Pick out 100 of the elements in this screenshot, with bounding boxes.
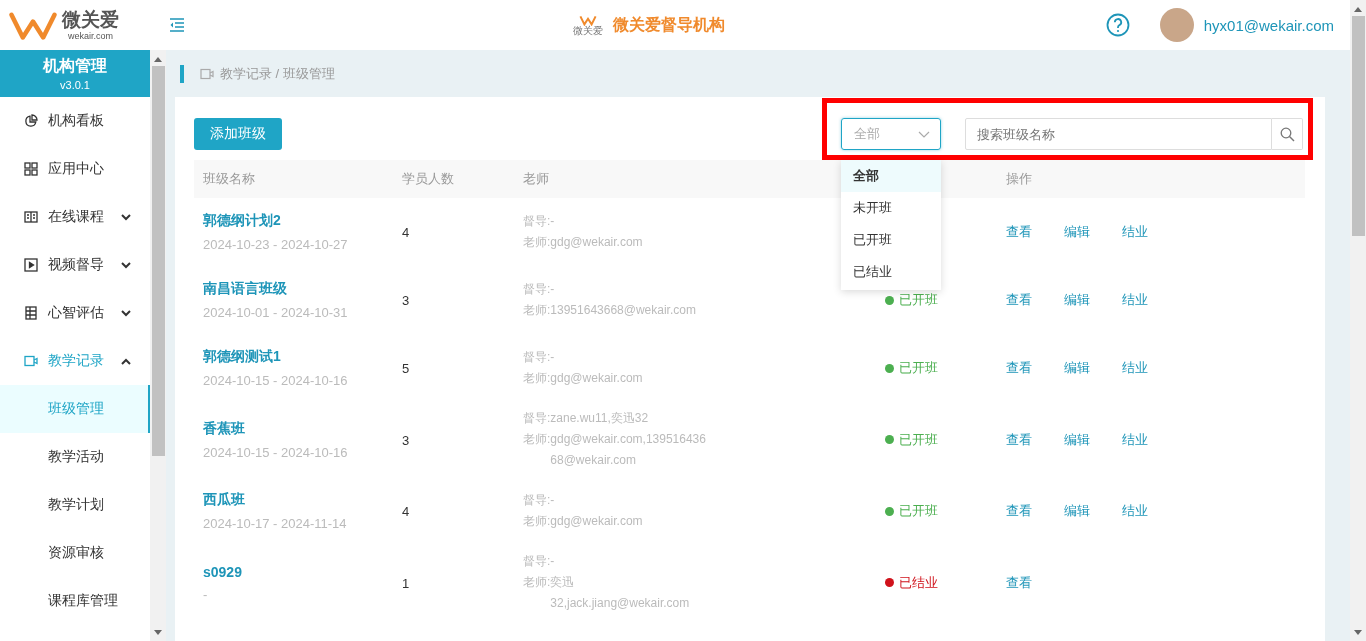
class-name-link[interactable]: 西瓜班	[203, 491, 393, 509]
sidebar-item[interactable]: 心智评估	[0, 289, 150, 337]
class-name-link[interactable]: 郭德纲计划2	[203, 212, 393, 230]
sidebar-title: 机构管理	[43, 56, 107, 76]
sidebar-item[interactable]: 教学记录	[0, 337, 150, 385]
action-link[interactable]: 查看	[1006, 430, 1032, 449]
date-range: 2024-10-23 - 2024-10-27	[203, 237, 349, 252]
teacher-value: gdg@wekair.com,13951643668@wekair.com	[550, 431, 707, 469]
student-count: 4	[402, 225, 410, 240]
page-scrollbar[interactable]	[1350, 0, 1366, 641]
action-link[interactable]: 查看	[1006, 502, 1032, 520]
action-link[interactable]: 编辑	[1064, 430, 1090, 449]
action-link[interactable]: 编辑	[1064, 291, 1090, 309]
scrollbar-thumb[interactable]	[151, 66, 165, 456]
date-range: 2024-10-17 - 2024-11-14	[203, 516, 348, 531]
video-camera-icon	[200, 67, 214, 80]
sidebar-scrollbar[interactable]	[150, 50, 166, 641]
dropdown-option[interactable]: 已开班	[841, 224, 941, 256]
dropdown-option[interactable]: 全部	[841, 160, 941, 192]
class-name-link[interactable]: 香蕉班	[203, 419, 393, 438]
sidebar-item[interactable]: 在线课程	[0, 193, 150, 241]
status-filter-select[interactable]: 全部	[841, 118, 941, 150]
status-label: 已开班	[899, 502, 938, 520]
class-name-link[interactable]: 郭德纲测试1	[203, 348, 393, 366]
action-link[interactable]: 结业	[1122, 502, 1148, 520]
action-link[interactable]: 查看	[1006, 573, 1032, 592]
class-name-link[interactable]: s0929	[203, 563, 393, 580]
supervisor-value: -	[550, 281, 555, 298]
dropdown-option[interactable]: 已结业	[841, 256, 941, 288]
help-icon[interactable]	[1105, 13, 1130, 37]
search-field[interactable]: 搜索班级名称	[965, 118, 1272, 150]
scroll-down-icon[interactable]	[1353, 630, 1363, 636]
user-email[interactable]: hyx01@wekair.com	[1203, 16, 1334, 34]
action-link[interactable]: 编辑	[1064, 359, 1090, 377]
date-range: 2024-10-01 - 2024-10-31	[203, 305, 349, 320]
supervisor-label: 督导:	[523, 492, 551, 509]
teacher-label: 老师:	[523, 574, 551, 591]
sidebar-item[interactable]: 应用中心	[0, 145, 150, 193]
sidebar-subitem[interactable]: 班级管理	[0, 385, 150, 433]
action-link[interactable]: 结业	[1122, 359, 1148, 377]
teacher-value: gdg@wekair.com	[550, 370, 643, 387]
teacher-label: 老师:	[523, 431, 551, 448]
supervisor-value: -	[550, 553, 555, 570]
column-header: 学员人数	[402, 171, 454, 186]
student-count: 3	[402, 432, 410, 448]
date-range: -	[203, 586, 209, 602]
scroll-up-icon[interactable]	[153, 56, 163, 62]
organization-title: 微关爱督导机构	[613, 14, 725, 35]
book-icon	[24, 210, 38, 224]
teacher-value: gdg@wekair.com	[550, 513, 643, 530]
sidebar-item[interactable]: 视频督导	[0, 241, 150, 289]
action-link[interactable]: 结业	[1122, 291, 1148, 309]
action-link[interactable]: 编辑	[1064, 502, 1090, 520]
search-icon	[1279, 126, 1295, 142]
grid-icon	[24, 162, 38, 176]
student-count: 3	[402, 293, 410, 308]
video-camera-icon	[24, 354, 38, 368]
scroll-up-icon[interactable]	[1353, 6, 1363, 12]
brand-domain: wekair.com	[68, 31, 113, 41]
student-count: 5	[402, 361, 410, 376]
sidebar-subitem[interactable]: 教学计划	[0, 481, 150, 529]
add-class-button[interactable]: 添加班级	[194, 118, 282, 150]
supervisor-value: zane.wu11,奕迅32	[550, 410, 649, 427]
status-label: 已开班	[899, 430, 938, 449]
status-label: 已结业	[899, 573, 938, 592]
action-link[interactable]: 查看	[1006, 291, 1032, 309]
supervisor-label: 督导:	[523, 281, 551, 298]
column-header: 班级名称	[203, 171, 255, 186]
supervisor-value: -	[550, 492, 555, 509]
supervisor-label: 督导:	[523, 213, 551, 230]
teacher-value: 13951643668@wekair.com	[550, 302, 696, 319]
teacher-value: 奕迅32,jack.jiang@wekair.com	[550, 574, 691, 612]
student-count: 1	[402, 575, 410, 591]
action-link[interactable]: 结业	[1122, 430, 1148, 449]
teacher-label: 老师:	[523, 302, 551, 319]
action-link[interactable]: 查看	[1006, 223, 1032, 241]
date-range: 2024-10-15 - 2024-10-16	[203, 373, 349, 388]
sidebar-item[interactable]: 机构看板	[0, 97, 150, 145]
sidebar-subitem[interactable]: 教学活动	[0, 433, 150, 481]
scrollbar-thumb[interactable]	[1351, 16, 1365, 236]
sidebar-subitem[interactable]: 资源审核	[0, 529, 150, 577]
sidebar-subitem[interactable]: 课程库管理	[0, 577, 150, 625]
scroll-down-icon[interactable]	[153, 630, 163, 636]
action-link[interactable]: 结业	[1122, 223, 1148, 241]
supervisor-value: -	[550, 349, 555, 366]
teacher-label: 老师:	[523, 234, 551, 251]
column-header: 老师	[523, 171, 549, 186]
brand-name: 微关爱	[62, 9, 119, 29]
action-link[interactable]: 编辑	[1064, 223, 1090, 241]
menu-collapse-icon[interactable]	[169, 18, 185, 32]
class-name-link[interactable]: 南昌语言班级	[203, 280, 393, 298]
pie-chart-icon	[24, 114, 38, 128]
avatar-photo-placeholder[interactable]	[1159, 8, 1194, 42]
search-button[interactable]	[1272, 118, 1303, 150]
dropdown-option[interactable]: 未开班	[841, 192, 941, 224]
chevron-down-icon	[918, 130, 930, 138]
action-link[interactable]: 查看	[1006, 359, 1032, 377]
teacher-value: gdg@wekair.com	[550, 234, 643, 251]
table-icon	[24, 306, 38, 320]
brand-logo-icon	[578, 14, 598, 26]
